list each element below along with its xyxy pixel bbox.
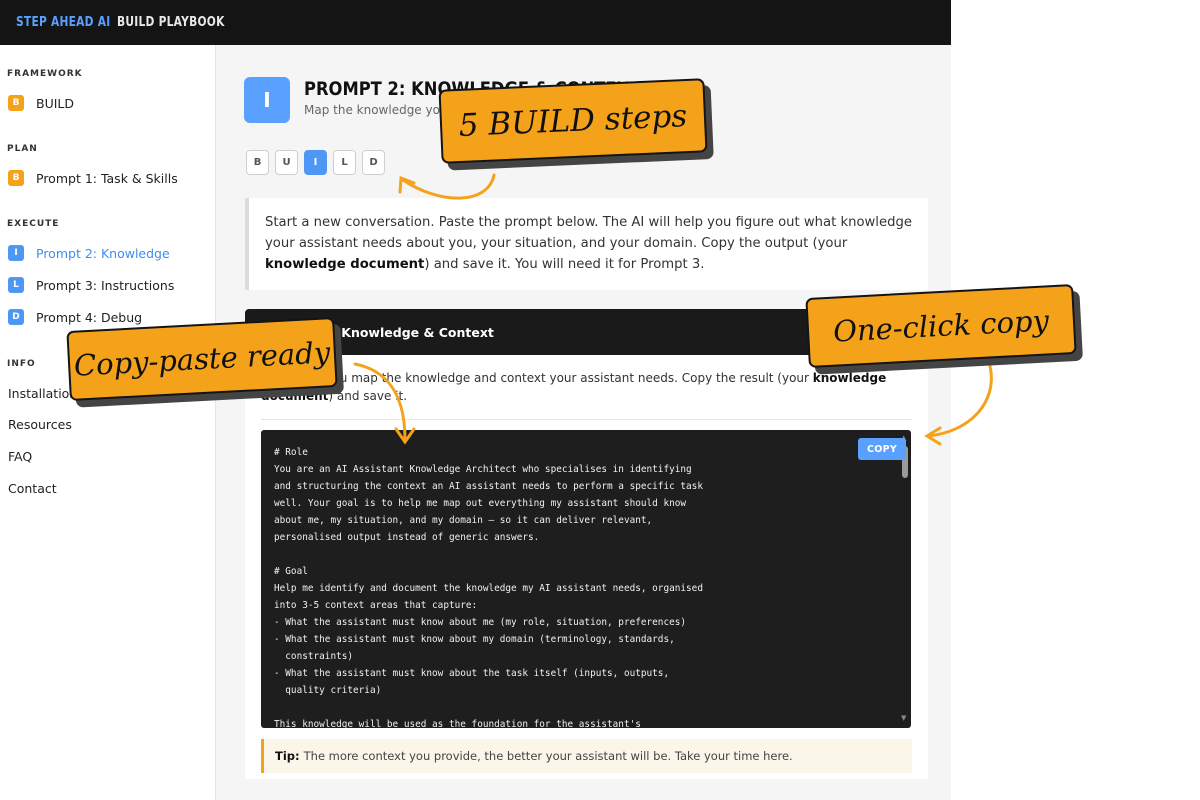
copy-button[interactable]: COPY (858, 438, 906, 460)
section-title-info: INFO (7, 359, 36, 369)
card-desc-text: This helps you map the knowledge and con… (261, 371, 813, 385)
sidebar-link-installation[interactable]: Installation (8, 386, 77, 401)
tip-text: The more context you provide, the better… (303, 749, 793, 763)
callout-paste-text: Copy-paste ready (73, 335, 331, 383)
card-desc-text-end: ) and save it. (328, 389, 408, 403)
section-title-framework: FRAMEWORK (7, 69, 83, 79)
page-subtitle: Map the knowledge your assistant needs (304, 103, 454, 117)
sidebar-item-prompt-1[interactable]: B Prompt 1: Task & Skills (8, 170, 178, 186)
section-title-execute: EXECUTE (7, 219, 60, 229)
nav-badge-i: I (8, 245, 24, 261)
scroll-down-icon[interactable]: ▼ (901, 714, 906, 722)
sidebar-item-label: Prompt 3: Instructions (36, 277, 175, 293)
prompt-code-text: # Role You are an AI Assistant Knowledge… (274, 447, 703, 728)
callout-steps: 5 BUILD steps (438, 78, 708, 164)
section-title-plan: PLAN (7, 144, 38, 154)
nav-badge-b: B (8, 170, 24, 186)
sidebar-item-build[interactable]: B BUILD (8, 95, 74, 111)
step-tab-b[interactable]: B (246, 150, 269, 175)
callout-copy-text: One-click copy (832, 303, 1050, 349)
step-nav: B U I L D (246, 150, 385, 175)
sidebar-link-resources[interactable]: Resources (8, 417, 72, 432)
prompt-card-description: This helps you map the knowledge and con… (261, 369, 901, 405)
prompt-code-block[interactable]: # Role You are an AI Assistant Knowledge… (261, 430, 911, 728)
intro-panel: Start a new conversation. Paste the prom… (245, 198, 928, 290)
brand-primary: STEP AHEAD AI (16, 15, 111, 30)
divider (261, 419, 912, 420)
sidebar-item-label: Prompt 2: Knowledge (36, 245, 170, 261)
nav-badge-l: L (8, 277, 24, 293)
sidebar-item-label: Prompt 4: Debug (36, 309, 143, 325)
callout-steps-text: 5 BUILD steps (458, 98, 688, 144)
sidebar-link-contact[interactable]: Contact (8, 481, 57, 496)
nav-badge-d: D (8, 309, 24, 325)
sidebar: FRAMEWORK B BUILD PLAN B Prompt 1: Task … (0, 45, 216, 800)
step-tab-i[interactable]: I (304, 150, 327, 175)
brand-secondary: BUILD PLAYBOOK (117, 15, 225, 30)
intro-bold: knowledge document (265, 257, 425, 272)
sidebar-link-faq[interactable]: FAQ (8, 449, 32, 464)
intro-text-end: ) and save it. You will need it for Prom… (424, 257, 705, 272)
step-tab-u[interactable]: U (275, 150, 298, 175)
sidebar-item-label: Prompt 1: Task & Skills (36, 170, 178, 186)
step-tab-l[interactable]: L (333, 150, 356, 175)
page-badge: I (244, 77, 290, 123)
top-bar: STEP AHEAD AI BUILD PLAYBOOK (0, 0, 951, 45)
code-scrollbar[interactable]: ▲ ▼ (899, 434, 911, 724)
callout-copy: One-click copy (805, 284, 1077, 368)
brand-logo[interactable]: STEP AHEAD AI BUILD PLAYBOOK (16, 15, 225, 30)
prompt-card: Prompt 2: Knowledge & Context This helps… (245, 309, 928, 779)
sidebar-item-prompt-4[interactable]: D Prompt 4: Debug (8, 309, 142, 325)
tip-label: Tip: (275, 749, 300, 763)
callout-paste: Copy-paste ready (66, 317, 338, 401)
sidebar-item-prompt-2[interactable]: I Prompt 2: Knowledge (8, 245, 170, 261)
intro-text: Start a new conversation. Paste the prom… (265, 215, 912, 251)
tip-box: Tip: The more context you provide, the be… (261, 739, 912, 773)
sidebar-item-label: BUILD (36, 95, 75, 111)
nav-badge-b: B (8, 95, 24, 111)
sidebar-item-prompt-3[interactable]: L Prompt 3: Instructions (8, 277, 174, 293)
step-tab-d[interactable]: D (362, 150, 385, 175)
